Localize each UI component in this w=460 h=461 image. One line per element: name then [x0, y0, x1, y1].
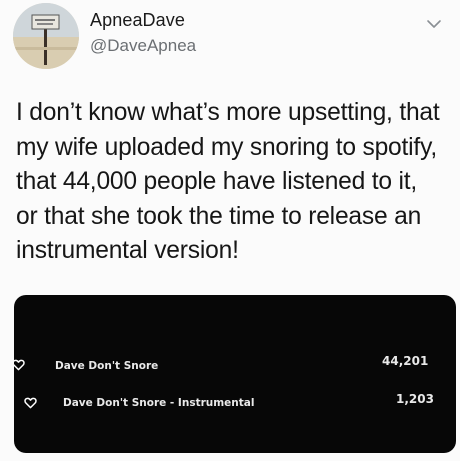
- track-title[interactable]: Dave Don't Snore - Instrumental: [63, 397, 254, 409]
- heart-outline-icon[interactable]: [14, 359, 25, 371]
- beach-sign-avatar-icon: [13, 3, 79, 69]
- tweet-text-line: I don’t know what’s more upsetting, that: [16, 99, 440, 126]
- heart-outline-icon[interactable]: [24, 397, 37, 409]
- avatar[interactable]: [13, 3, 79, 69]
- display-name[interactable]: ApneaDave: [90, 10, 185, 31]
- tweet-text-line: instrumental version!: [16, 237, 239, 264]
- media-image[interactable]: Dave Don't Snore 44,201 Dave Don't Snore…: [14, 295, 456, 453]
- chevron-down-icon[interactable]: [426, 18, 442, 30]
- tweet-text: I don’t know what’s more upsetting, that…: [16, 96, 452, 269]
- tweet-text-line: my wife uploaded my snoring to spotify,: [16, 133, 437, 161]
- track-play-count: 1,203: [396, 392, 434, 406]
- track-title[interactable]: Dave Don't Snore: [55, 360, 158, 372]
- tweet-text-line: that 44,000 people have listened to it,: [16, 168, 418, 195]
- track-play-count: 44,201: [382, 354, 429, 368]
- user-handle[interactable]: @DaveApnea: [90, 36, 196, 56]
- tweet-card: ApneaDave @DaveApnea I don’t know what’s…: [0, 0, 460, 461]
- tweet-text-line: or that she took the time to release an: [16, 202, 422, 230]
